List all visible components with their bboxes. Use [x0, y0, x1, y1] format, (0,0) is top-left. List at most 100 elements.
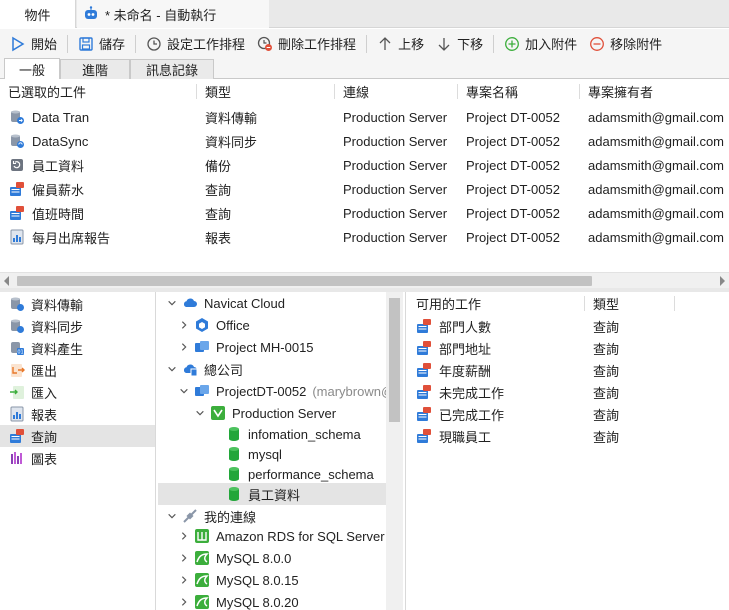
- list-item[interactable]: 年度薪酬 查詢: [406, 359, 729, 381]
- tree-item-production-server[interactable]: Production Server: [158, 402, 386, 424]
- data-transfer-icon: [11, 110, 24, 124]
- data-transfer-icon: [11, 297, 24, 311]
- tree-item-headquarters[interactable]: 總公司: [158, 358, 386, 380]
- tree-item-database[interactable]: infomation_schema: [158, 423, 386, 445]
- task-type: 報表: [205, 230, 232, 246]
- column-header-connection[interactable]: 連線: [343, 80, 369, 102]
- table-row[interactable]: Data Tran 資料傳輸 Production Server Project…: [0, 105, 729, 129]
- remove-attachment-button[interactable]: 移除附件: [585, 32, 666, 56]
- column-divider[interactable]: [579, 84, 580, 99]
- tree-item-mysql-8-0-20[interactable]: MySQL 8.0.20: [158, 591, 386, 610]
- list-item[interactable]: 未完成工作 查詢: [406, 381, 729, 403]
- list-item[interactable]: 部門地址 查詢: [406, 337, 729, 359]
- column-header-project-owner[interactable]: 專案擁有者: [588, 80, 653, 102]
- category-label: 匯入: [31, 385, 58, 401]
- tree-item-mysql-8-0-15[interactable]: MySQL 8.0.15: [158, 569, 386, 591]
- column-header-type[interactable]: 類型: [593, 292, 619, 314]
- category-export[interactable]: 匯出: [0, 359, 155, 381]
- category-data-sync[interactable]: 資料同步: [0, 315, 155, 337]
- table-row[interactable]: DataSync 資料同步 Production Server Project …: [0, 129, 729, 153]
- tab-automation[interactable]: * 未命名 - 自動執行: [77, 0, 269, 28]
- mysql-icon: [195, 551, 209, 565]
- tree-item-database-selected[interactable]: 員工資料: [158, 483, 386, 505]
- available-task-type: 查詢: [593, 341, 620, 357]
- category-label: 查詢: [31, 429, 58, 445]
- tree-item-label: Navicat Cloud: [204, 295, 285, 311]
- scrollbar-thumb[interactable]: [389, 298, 400, 422]
- save-button[interactable]: 儲存: [74, 32, 129, 56]
- tree-item-project-mh-0015[interactable]: Project MH-0015: [158, 336, 386, 358]
- column-divider[interactable]: [196, 84, 197, 99]
- column-divider[interactable]: [674, 296, 675, 311]
- chevron-right-icon[interactable]: [178, 530, 190, 542]
- category-chart[interactable]: 圖表: [0, 447, 155, 469]
- table-row[interactable]: 僱員薪水 查詢 Production Server Project DT-005…: [0, 177, 729, 201]
- task-connection: Production Server: [343, 109, 448, 125]
- scroll-right-arrow-icon[interactable]: [720, 276, 725, 286]
- category-report[interactable]: 報表: [0, 403, 155, 425]
- column-divider[interactable]: [584, 296, 585, 311]
- task-owner: adamsmith@gmail.com: [588, 229, 725, 245]
- tab-objects[interactable]: 物件: [0, 0, 76, 28]
- table-row[interactable]: 員工資料 備份 Production Server Project DT-005…: [0, 153, 729, 177]
- tree-item-office[interactable]: Office: [158, 314, 386, 336]
- tree-item-database[interactable]: performance_schema: [158, 463, 386, 485]
- tab-advanced[interactable]: 進階: [60, 59, 130, 79]
- move-down-button[interactable]: 下移: [432, 32, 487, 56]
- chevron-down-icon[interactable]: [166, 297, 178, 309]
- column-header-type[interactable]: 類型: [205, 80, 231, 102]
- category-data-transfer[interactable]: 資料傳輸: [0, 293, 155, 315]
- list-item[interactable]: 現職員工 查詢: [406, 425, 729, 447]
- scrollbar-thumb[interactable]: [17, 276, 592, 286]
- column-header-project-name[interactable]: 專案名稱: [466, 80, 518, 102]
- chevron-down-icon[interactable]: [166, 510, 178, 522]
- tree-item-amazon-rds[interactable]: Amazon RDS for SQL Server: [158, 525, 386, 547]
- task-name: 值班時間: [32, 206, 85, 222]
- chevron-right-icon[interactable]: [178, 341, 190, 353]
- vertical-scrollbar[interactable]: [386, 292, 403, 610]
- chevron-right-icon[interactable]: [178, 319, 190, 331]
- cloud-icon: [183, 364, 198, 377]
- tree-item-label: MySQL 8.0.20: [216, 594, 299, 610]
- query-icon: [417, 341, 431, 355]
- table-row[interactable]: 每月出席報告 報表 Production Server Project DT-0…: [0, 225, 729, 249]
- column-divider[interactable]: [334, 84, 335, 99]
- tab-general[interactable]: 一般: [4, 58, 60, 79]
- start-button[interactable]: 開始: [6, 32, 61, 56]
- scroll-left-arrow-icon[interactable]: [4, 276, 9, 286]
- column-divider[interactable]: [457, 84, 458, 99]
- chart-icon: [11, 452, 22, 464]
- list-item[interactable]: 已完成工作 查詢: [406, 403, 729, 425]
- export-icon: [11, 364, 25, 377]
- task-connection: Production Server: [343, 229, 448, 245]
- set-schedule-button[interactable]: 設定工作排程: [142, 32, 249, 56]
- tree-item-project-dt-0052[interactable]: ProjectDT-0052 (marybrown@: [158, 380, 394, 402]
- category-data-generation[interactable]: 01 資料產生: [0, 337, 155, 359]
- toolbar-divider: [366, 34, 368, 53]
- tab-message-log[interactable]: 訊息記錄: [130, 59, 214, 79]
- task-type: 查詢: [205, 206, 232, 222]
- chevron-right-icon[interactable]: [178, 596, 190, 608]
- chevron-down-icon[interactable]: [166, 363, 178, 375]
- task-project: Project DT-0052: [466, 205, 560, 221]
- add-attachment-button[interactable]: 加入附件: [500, 32, 581, 56]
- chevron-right-icon[interactable]: [178, 574, 190, 586]
- backup-icon: [11, 159, 23, 171]
- column-header-selected-task[interactable]: 已選取的工件: [8, 80, 86, 102]
- tree-item-my-connections[interactable]: 我的連線: [158, 505, 386, 527]
- query-icon: [417, 429, 431, 443]
- table-row[interactable]: 值班時間 查詢 Production Server Project DT-005…: [0, 201, 729, 225]
- category-query[interactable]: 查詢: [0, 425, 155, 447]
- chevron-right-icon[interactable]: [178, 552, 190, 564]
- move-up-button[interactable]: 上移: [373, 32, 428, 56]
- chevron-down-icon[interactable]: [194, 407, 206, 419]
- tree-item-navicat-cloud[interactable]: Navicat Cloud: [158, 292, 386, 314]
- column-header-available-task[interactable]: 可用的工作: [416, 292, 481, 314]
- tree-item-database[interactable]: mysql: [158, 443, 386, 465]
- tree-item-mysql-8-0-0[interactable]: MySQL 8.0.0: [158, 547, 386, 569]
- list-item[interactable]: 部門人數 查詢: [406, 315, 729, 337]
- chevron-down-icon[interactable]: [178, 385, 190, 397]
- delete-schedule-button[interactable]: 刪除工作排程: [253, 32, 360, 56]
- horizontal-scrollbar[interactable]: [0, 272, 729, 288]
- category-import[interactable]: 匯入: [0, 381, 155, 403]
